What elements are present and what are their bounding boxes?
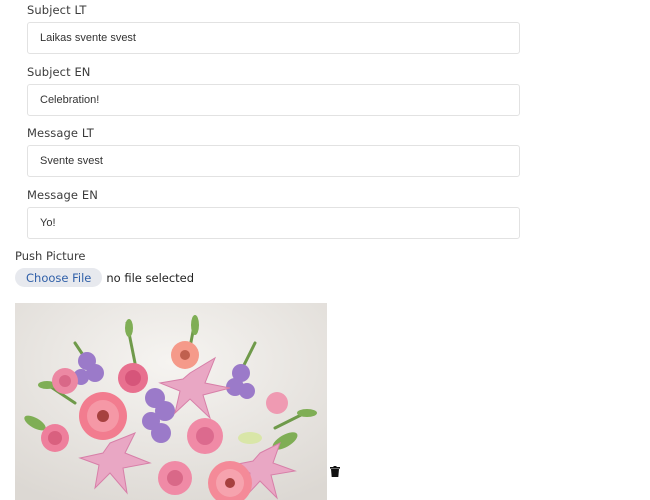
subject-lt-input[interactable] bbox=[27, 22, 520, 54]
flower-bouquet-image bbox=[15, 303, 327, 500]
message-en-label: Message EN bbox=[27, 188, 98, 202]
file-status-text: no file selected bbox=[106, 270, 195, 285]
message-lt-input[interactable] bbox=[27, 145, 520, 177]
subject-en-label: Subject EN bbox=[27, 65, 91, 79]
push-picture-preview bbox=[15, 303, 327, 500]
subject-lt-label: Subject LT bbox=[27, 3, 87, 17]
message-en-input[interactable] bbox=[27, 207, 520, 239]
trash-icon[interactable] bbox=[330, 466, 340, 477]
file-picker: Choose File no file selected bbox=[15, 268, 194, 287]
subject-en-input[interactable] bbox=[27, 84, 520, 116]
choose-file-button[interactable]: Choose File bbox=[15, 268, 103, 287]
push-picture-label: Push Picture bbox=[15, 249, 86, 263]
message-lt-label: Message LT bbox=[27, 126, 94, 140]
